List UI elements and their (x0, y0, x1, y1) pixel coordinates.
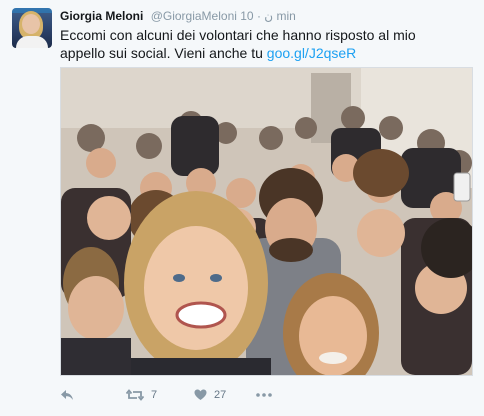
photo-illustration (61, 68, 472, 375)
tweet-actions: 7 27 (60, 384, 480, 406)
reply-icon (60, 389, 74, 401)
author-handle[interactable]: @GiorgiaMeloni (151, 9, 237, 23)
retweet-action[interactable]: 7 (126, 384, 157, 406)
like-count: 27 (214, 389, 227, 401)
heart-icon (194, 389, 207, 401)
avatar-body (16, 36, 48, 48)
like-action[interactable]: 27 (194, 384, 226, 406)
tweet-photo[interactable] (60, 67, 473, 376)
author-name[interactable]: Giorgia Meloni (60, 9, 143, 23)
tweet-text: Eccomi con alcuni dei volontari che hann… (60, 26, 460, 62)
avatar-face (22, 14, 40, 34)
retweet-count: 7 (151, 389, 158, 401)
retweet-icon (126, 389, 144, 401)
tweet-card: Giorgia Meloni @GiorgiaMeloni ن · 10 min… (0, 0, 484, 416)
more-action[interactable] (256, 384, 272, 406)
more-icon (256, 393, 272, 397)
tweet-link[interactable]: goo.gl/J2qseR (267, 45, 357, 61)
tweet-header: Giorgia Meloni @GiorgiaMeloni ن · 10 min (60, 9, 296, 23)
reply-action[interactable] (60, 384, 74, 406)
avatar[interactable] (12, 8, 52, 48)
handle-glyph: ن (264, 9, 274, 23)
tweet-body: Eccomi con alcuni dei volontari che hann… (60, 27, 416, 61)
time-separator: · (256, 9, 261, 23)
